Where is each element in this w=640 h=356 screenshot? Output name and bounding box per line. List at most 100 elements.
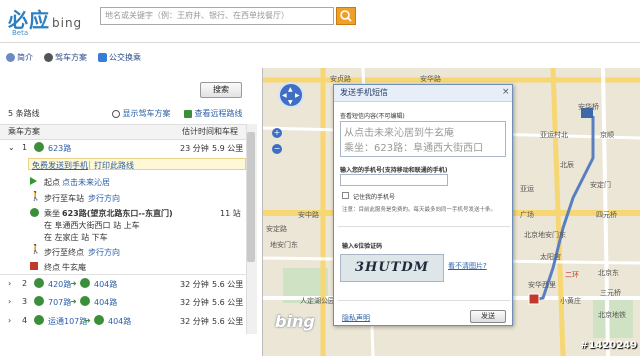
route-leg-a[interactable]: 运通107路 <box>48 316 87 327</box>
refresh-captcha-link[interactable]: 看不清图片? <box>448 261 487 271</box>
map-label: 广场 <box>520 211 534 219</box>
pan-up-icon[interactable]: ▲ <box>288 86 293 93</box>
walk-icon: 🚶 <box>30 245 42 255</box>
tab-intro[interactable]: 简介 <box>6 50 33 66</box>
map-label: 地安门东 <box>270 241 298 249</box>
view-distant-link[interactable]: 查看远程路线 <box>184 108 243 119</box>
map-label: 太阳宫 <box>540 253 561 261</box>
tab-driving[interactable]: 驾车方案 <box>44 50 87 66</box>
route-icon <box>184 109 192 118</box>
route-leg-a[interactable]: 420路 <box>48 279 71 290</box>
arrow-icon: ➜ <box>84 316 91 325</box>
route-number: 3 <box>22 297 28 306</box>
pan-right-icon[interactable]: ▶ <box>295 92 300 99</box>
privacy-link[interactable]: 隐私声明 <box>342 313 370 323</box>
board-at-text: 在 阜通西大街西口 站 上车 <box>44 221 140 230</box>
arrow-icon: ➜ <box>70 297 77 306</box>
map-label: 三元桥 <box>600 289 621 297</box>
logo-sub: bing <box>52 16 83 30</box>
search-input[interactable]: 地名或关键字（例：王府井、银行、在西单找餐厅） <box>100 7 334 25</box>
map-label: 人定湖公园 <box>300 297 335 305</box>
col-time-header: 估计时间和车程 <box>182 127 238 136</box>
service-note: 注意：目前此服务是免费的。每天最多向同一手机号发送十条。 <box>342 207 497 213</box>
search-button[interactable] <box>336 7 356 25</box>
bus-icon <box>30 208 39 217</box>
map-label: 二环 <box>565 271 579 279</box>
start-place: 点击未来沁居 <box>62 178 110 187</box>
pan-left-icon[interactable]: ◀ <box>282 92 287 99</box>
route-count: 5 条路线 <box>8 109 40 118</box>
scrollbar-thumb[interactable] <box>247 132 255 262</box>
route-time: 32 分钟 <box>180 280 209 289</box>
search-route-button[interactable]: 搜索 <box>200 82 242 98</box>
bus-icon <box>80 278 90 288</box>
pan-down-icon[interactable]: ▼ <box>288 99 293 106</box>
map-label: 安中路 <box>298 211 319 219</box>
expand-icon[interactable]: › <box>8 316 11 325</box>
expand-icon[interactable]: › <box>8 297 11 306</box>
ride-stop-count: 11 站 <box>220 209 241 218</box>
tab-bar: 简介 驾车方案 公交换乘 <box>0 50 640 68</box>
map-label: 亚运 <box>520 185 534 193</box>
send-to-phone-link[interactable]: 免费发送到手机 <box>32 160 88 171</box>
arrow-icon: ➜ <box>70 279 77 288</box>
phone-input[interactable] <box>340 174 448 186</box>
ride-prefix: 乘坐 <box>44 209 60 218</box>
map-label: 京顺 <box>600 131 614 139</box>
divider <box>338 226 510 227</box>
route-name[interactable]: 623路 <box>48 143 71 154</box>
map-label: 北京东 <box>598 269 619 277</box>
search-icon <box>340 10 352 22</box>
beta-label: Beta <box>12 29 29 37</box>
map-label: 安华桥 <box>578 103 599 111</box>
route-leg-a[interactable]: 707路 <box>48 297 71 308</box>
print-route-link[interactable]: 打印此路线 <box>94 160 134 171</box>
map-label: 安贞路 <box>330 75 351 83</box>
route-leg-b[interactable]: 404路 <box>108 316 131 327</box>
end-flag-icon <box>30 262 38 270</box>
bus-icon <box>34 278 44 288</box>
zoom-out-icon[interactable]: − <box>272 144 282 154</box>
remember-label: 记住我的手机号 <box>353 194 396 201</box>
walk-direction-link-2[interactable]: 步行方向 <box>88 247 120 258</box>
watermark: #1420249 <box>580 340 638 351</box>
map-label: 北京地铁 <box>598 311 626 319</box>
collapse-icon[interactable]: ⌄ <box>8 143 15 152</box>
route-leg-b[interactable]: 404路 <box>94 279 117 290</box>
bus-icon <box>34 142 44 152</box>
end-label: 终点 <box>44 263 60 272</box>
tab-transit[interactable]: 公交换乘 <box>98 50 141 66</box>
route-leg-b[interactable]: 404路 <box>94 297 117 308</box>
map-label: 安定门 <box>590 181 611 189</box>
map-label: 安定路 <box>266 225 287 233</box>
view-distant-label: 查看远程路线 <box>194 109 243 118</box>
walk-icon: 🚶 <box>30 192 42 202</box>
send-button[interactable]: 发送 <box>470 310 506 323</box>
map-label: 北京地安门东 <box>524 231 566 239</box>
zoom-in-icon[interactable]: + <box>272 128 282 138</box>
tab-transit-label: 公交换乘 <box>109 53 141 62</box>
remember-checkbox[interactable] <box>342 192 349 199</box>
steering-wheel-icon <box>44 53 53 62</box>
walk-direction-link[interactable]: 步行方向 <box>88 193 120 204</box>
phone-label: 输入您的手机号(支持移动和联通的手机) <box>340 167 448 174</box>
map-pan-control[interactable]: ▲ ▼ ◀ ▶ <box>278 82 304 108</box>
message-preview: 从点击未来沁居到牛玄庵 乘坐：623路：阜通西大街西口 <box>340 121 506 157</box>
walk-to-stop-text: 步行至车站 <box>44 194 84 203</box>
map-label: 安华西里 <box>528 281 556 289</box>
message-line-2: 乘坐：623路：阜通西大街西口 <box>344 143 484 154</box>
tab-intro-label: 简介 <box>17 53 33 62</box>
expand-icon[interactable]: › <box>8 279 11 288</box>
bus-icon <box>98 53 107 62</box>
show-driving-link[interactable]: 显示驾车方案 <box>112 108 171 119</box>
start-flag-icon <box>30 177 37 185</box>
route-time: 32 分钟 <box>180 317 209 326</box>
divider <box>338 300 510 301</box>
map-label: 四元桥 <box>596 211 617 219</box>
bus-icon <box>80 296 90 306</box>
map-label: 安华路 <box>420 75 441 83</box>
bus-icon <box>94 315 104 325</box>
close-icon[interactable]: × <box>502 87 510 97</box>
route-distance: 5.6 公里 <box>212 317 244 326</box>
map-label: 小黄庄 <box>560 297 581 305</box>
